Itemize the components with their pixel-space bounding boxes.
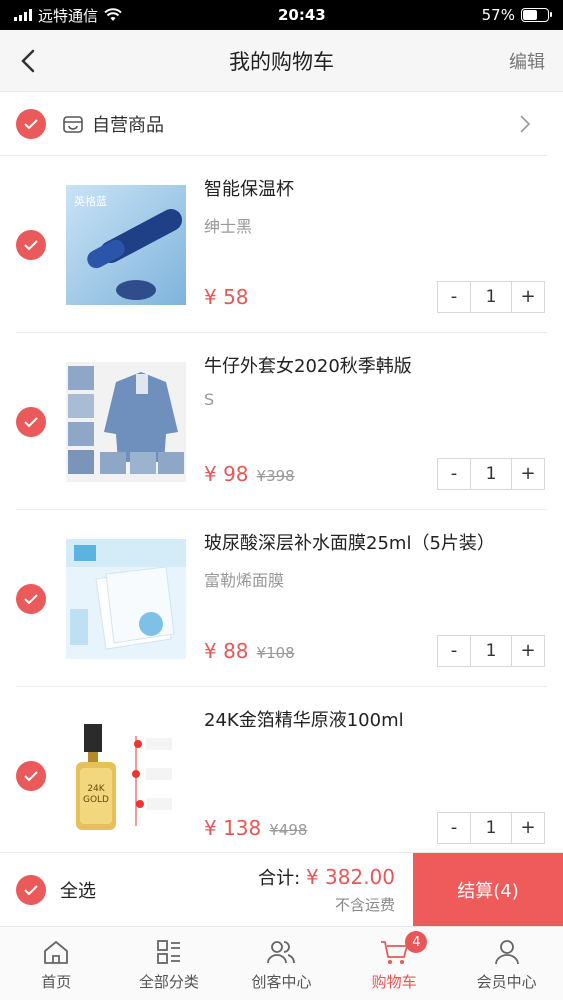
- product-image[interactable]: 英格蓝: [66, 184, 186, 305]
- increase-button[interactable]: +: [512, 813, 544, 843]
- original-price: ¥108: [256, 643, 295, 662]
- shipping-note: 不含运费: [334, 896, 395, 914]
- total-label: 合计:: [258, 868, 301, 889]
- chevron-right-icon[interactable]: [519, 114, 531, 134]
- cart-item: 牛仔外套女2020秋季韩版 S ¥ 98 ¥398 - 1 +: [0, 333, 563, 510]
- users-icon: [267, 941, 296, 964]
- product-image[interactable]: [66, 538, 186, 659]
- quantity-value[interactable]: 1: [470, 458, 512, 489]
- cart-item: 玻尿酸深层补水面膜25ml（5片装） 富勒烯面膜 ¥ 88 ¥108 - 1 +: [0, 510, 563, 687]
- tab-bar: 首页 全部分类 创客中心 购物车 4 会员中心: [0, 926, 563, 1000]
- back-arrow-icon[interactable]: [18, 46, 38, 76]
- increase-button[interactable]: +: [512, 636, 544, 666]
- total-summary: 合计: ¥ 382.00 不含运费: [96, 864, 413, 915]
- cart-badge: 4: [405, 931, 428, 953]
- check-icon: [24, 416, 38, 427]
- product-name[interactable]: 24K金箔精华原液100ml: [204, 708, 545, 734]
- quantity-value[interactable]: 1: [470, 812, 512, 843]
- select-all[interactable]: 全选: [0, 874, 96, 905]
- cart-item: 英格蓝 智能保温杯 绅士黑 ¥ 58 - 1 +: [0, 156, 563, 333]
- cart-item: 24K GOLD 24K金箔精华原液100ml ¥ 138 ¥498 - 1 +: [0, 687, 563, 864]
- product-price: ¥ 58: [204, 284, 249, 309]
- battery-percent: 57%: [481, 6, 515, 24]
- product-image[interactable]: 24K GOLD: [66, 715, 186, 836]
- product-spec: 富勒烯面膜: [204, 570, 285, 590]
- total-amount: ¥ 382.00: [305, 865, 395, 889]
- item-checkbox[interactable]: [16, 229, 46, 260]
- decrease-button[interactable]: -: [438, 282, 470, 312]
- store-icon: [63, 115, 83, 133]
- original-price: ¥498: [269, 820, 308, 839]
- signal-icon: [14, 9, 32, 21]
- nav-header: 我的购物车 编辑: [0, 30, 563, 92]
- item-checkbox[interactable]: [16, 583, 46, 614]
- item-checkbox[interactable]: [16, 760, 46, 791]
- tab-label: 创客中心: [251, 973, 312, 991]
- quantity-stepper: - 1 +: [437, 457, 545, 490]
- increase-button[interactable]: +: [512, 459, 544, 489]
- image-label: 英格蓝: [74, 194, 107, 208]
- check-icon: [24, 884, 38, 895]
- wifi-icon: [104, 8, 122, 21]
- decrease-button[interactable]: -: [438, 459, 470, 489]
- checkout-bar: 全选 合计: ¥ 382.00 不含运费 结算(4): [0, 852, 563, 927]
- shop-name: 自营商品: [92, 114, 164, 136]
- product-name[interactable]: 玻尿酸深层补水面膜25ml（5片装）: [204, 531, 545, 557]
- tab-label: 首页: [41, 973, 72, 991]
- select-all-label: 全选: [60, 880, 96, 902]
- check-icon: [24, 118, 38, 129]
- status-bar: 远特通信 20:43 57%: [0, 0, 563, 30]
- tab-label: 购物车: [371, 973, 417, 991]
- tab-maker-center[interactable]: 创客中心: [225, 927, 338, 1000]
- check-icon: [24, 770, 38, 781]
- quantity-value[interactable]: 1: [470, 281, 512, 312]
- tab-cart[interactable]: 购物车 4: [338, 927, 451, 1000]
- quantity-value[interactable]: 1: [470, 635, 512, 666]
- original-price: ¥398: [256, 466, 295, 485]
- tab-member-center[interactable]: 会员中心: [450, 927, 563, 1000]
- tab-home[interactable]: 首页: [0, 927, 113, 1000]
- user-icon: [494, 940, 519, 965]
- decrease-button[interactable]: -: [438, 813, 470, 843]
- product-image[interactable]: [66, 361, 186, 482]
- quantity-stepper: - 1 +: [437, 811, 545, 844]
- tab-label: 全部分类: [138, 973, 199, 991]
- category-icon: [156, 940, 180, 964]
- carrier-name: 远特通信: [38, 6, 99, 25]
- home-icon: [44, 941, 69, 964]
- image-label: 24K GOLD: [82, 783, 109, 805]
- product-price: ¥ 88: [204, 638, 249, 663]
- item-checkbox[interactable]: [16, 406, 46, 437]
- check-icon: [24, 593, 38, 604]
- edit-button[interactable]: 编辑: [509, 48, 545, 74]
- product-spec: 绅士黑: [204, 216, 253, 236]
- shop-checkbox[interactable]: [16, 108, 46, 139]
- battery-icon: [520, 8, 552, 22]
- product-price: ¥ 98: [204, 461, 249, 486]
- tab-label: 会员中心: [476, 973, 537, 991]
- tab-categories[interactable]: 全部分类: [113, 927, 226, 1000]
- select-all-checkbox[interactable]: [16, 874, 46, 905]
- product-name[interactable]: 牛仔外套女2020秋季韩版: [204, 354, 545, 380]
- clock: 20:43: [277, 6, 326, 24]
- page-title: 我的购物车: [229, 49, 334, 74]
- checkout-button[interactable]: 结算(4): [413, 852, 563, 927]
- product-price: ¥ 138: [204, 815, 262, 840]
- product-spec: S: [204, 389, 215, 409]
- check-icon: [24, 239, 38, 250]
- quantity-stepper: - 1 +: [437, 634, 545, 667]
- increase-button[interactable]: +: [512, 282, 544, 312]
- decrease-button[interactable]: -: [438, 636, 470, 666]
- shop-header[interactable]: 自营商品: [0, 92, 547, 156]
- product-name[interactable]: 智能保温杯: [204, 177, 545, 203]
- quantity-stepper: - 1 +: [437, 280, 545, 313]
